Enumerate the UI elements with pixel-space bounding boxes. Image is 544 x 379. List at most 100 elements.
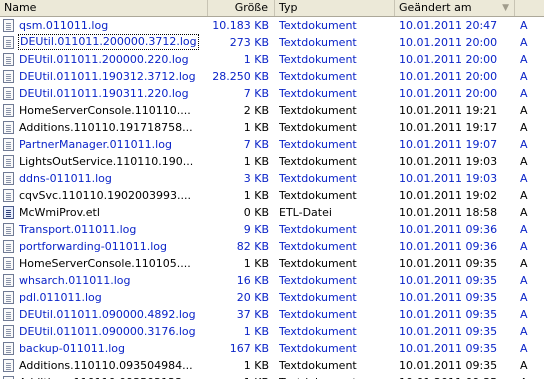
text-file-icon xyxy=(3,87,14,100)
file-name-cell: McWmiProv.etl xyxy=(0,204,208,221)
file-attributes: A xyxy=(520,359,528,372)
file-name-cell: DEUtil.011011.200000.3712.log xyxy=(0,34,208,51)
file-name-cell: DEUtil.011011.090000.3176.log xyxy=(0,323,208,340)
file-modified-date: 10.01.2011 19:21 xyxy=(399,104,498,117)
file-name-cell: DEUtil.011011.190311.220.log xyxy=(0,85,208,102)
file-modified-date: 10.01.2011 09:35 xyxy=(399,359,498,372)
text-file-icon xyxy=(3,104,14,117)
file-row[interactable]: McWmiProv.etl 0 KB ETL-Datei 10.01.2011 18:… xyxy=(0,204,544,221)
file-size: 1 KB xyxy=(243,155,269,168)
column-header-size[interactable]: Größe xyxy=(208,0,275,16)
text-file-icon xyxy=(3,189,14,202)
file-modified-date: 10.01.2011 20:47 xyxy=(399,19,498,32)
file-size: 1 KB xyxy=(243,121,269,134)
file-type: Textdokument xyxy=(279,342,357,355)
text-file-icon xyxy=(3,172,14,185)
file-modified-date: 10.01.2011 19:17 xyxy=(399,121,498,134)
column-header-name[interactable]: Name xyxy=(0,0,208,16)
file-attributes: A xyxy=(520,240,528,253)
file-size: 2 KB xyxy=(243,104,269,117)
file-row[interactable]: LightsOutService.110110.190... 1 KB Textdo… xyxy=(0,153,544,170)
file-row[interactable]: DEUtil.011011.190311.220.log 7 KB Textdoku… xyxy=(0,85,544,102)
file-row[interactable]: backup-011011.log 167 KB Textdokument 10.01… xyxy=(0,340,544,357)
file-type: Textdokument xyxy=(279,325,357,338)
file-modified-date: 10.01.2011 20:00 xyxy=(399,53,498,66)
file-name-cell: DEUtil.011011.200000.220.log xyxy=(0,51,208,68)
file-name: pdl.011011.log xyxy=(19,291,102,304)
file-row[interactable]: DEUtil.011011.090000.3176.log 1 KB Textdok… xyxy=(0,323,544,340)
file-row[interactable]: DEUtil.011011.200000.220.log 1 KB Textdoku… xyxy=(0,51,544,68)
file-row[interactable]: DEUtil.011011.090000.4892.log 37 KB Textdo… xyxy=(0,306,544,323)
column-header-date[interactable]: Geändert am ▼ xyxy=(395,0,515,16)
file-row[interactable]: whsarch.011011.log 16 KB Textdokument 10.01… xyxy=(0,272,544,289)
file-name-cell: HomeServerConsole.110110.... xyxy=(0,102,208,119)
file-size: 9 KB xyxy=(243,223,269,236)
text-file-icon xyxy=(3,342,14,355)
file-type: Textdokument xyxy=(279,240,357,253)
file-name-cell: whsarch.011011.log xyxy=(0,272,208,289)
file-size: 82 KB xyxy=(236,240,269,253)
file-modified-date: 10.01.2011 09:35 xyxy=(399,325,498,338)
file-name: whsarch.011011.log xyxy=(19,274,131,287)
file-size: 1 KB xyxy=(243,359,269,372)
file-type: Textdokument xyxy=(279,138,357,151)
file-name-cell: DEUtil.011011.090000.4892.log xyxy=(0,306,208,323)
file-type: Textdokument xyxy=(279,274,357,287)
file-name: DEUtil.011011.200000.220.log xyxy=(19,53,189,66)
file-row[interactable]: Additions.110110.093502123... 1 KB Textdok… xyxy=(0,374,544,379)
file-row[interactable]: HomeServerConsole.110105.... 1 KB Textdoku… xyxy=(0,255,544,272)
file-row[interactable]: DEUtil.011011.190312.3712.log 28.250 KB Te… xyxy=(0,68,544,85)
file-type: Textdokument xyxy=(279,359,357,372)
file-modified-date: 10.01.2011 19:03 xyxy=(399,155,498,168)
file-size: 1 KB xyxy=(243,53,269,66)
file-size: 273 KB xyxy=(229,36,269,49)
file-row[interactable]: ddns-011011.log 3 KB Textdokument 10.01.201… xyxy=(0,170,544,187)
file-row[interactable]: cqvSvc.110110.1902003993.... 1 KB Textdoku… xyxy=(0,187,544,204)
file-name: portforwarding-011011.log xyxy=(19,240,167,253)
file-name-cell: PartnerManager.011011.log xyxy=(0,136,208,153)
text-file-icon xyxy=(3,138,14,151)
file-row[interactable]: portforwarding-011011.log 82 KB Textdokume… xyxy=(0,238,544,255)
file-attributes: A xyxy=(520,138,528,151)
sort-descending-icon: ▼ xyxy=(502,3,509,13)
file-type: Textdokument xyxy=(279,257,357,270)
column-header-attributes[interactable] xyxy=(515,0,544,16)
file-name-cell: Additions.110110.093504984... xyxy=(0,357,208,374)
file-name-cell: Additions.110110.191718758... xyxy=(0,119,208,136)
file-attributes: A xyxy=(520,172,528,185)
file-name: DEUtil.011011.090000.3176.log xyxy=(19,325,196,338)
file-size: 20 KB xyxy=(236,291,269,304)
column-header-type[interactable]: Typ xyxy=(275,0,395,16)
file-modified-date: 10.01.2011 09:35 xyxy=(399,342,498,355)
file-size: 0 KB xyxy=(243,206,269,219)
file-name: Transport.011011.log xyxy=(19,223,137,236)
file-name-cell: Additions.110110.093502123... xyxy=(0,374,208,379)
file-size: 1 KB xyxy=(243,189,269,202)
file-modified-date: 10.01.2011 09:35 xyxy=(399,374,519,379)
file-row[interactable]: Additions.110110.191718758... 1 KB Textdok… xyxy=(0,119,544,136)
file-name-cell: Transport.011011.log xyxy=(0,221,208,238)
text-file-icon xyxy=(3,70,14,83)
file-name-cell: LightsOutService.110110.190... xyxy=(0,153,208,170)
file-type: Textdokument xyxy=(279,374,395,379)
file-name-cell: ddns-011011.log xyxy=(0,170,208,187)
file-row[interactable]: PartnerManager.011011.log 7 KB Textdokumen… xyxy=(0,136,544,153)
file-name: Additions.110110.191718758... xyxy=(19,121,193,134)
file-type: Textdokument xyxy=(279,19,357,32)
file-row[interactable]: HomeServerConsole.110110.... 2 KB Textdoku… xyxy=(0,102,544,119)
file-row[interactable]: qsm.011011.log 10.183 KB Textdokument 10.01… xyxy=(0,17,544,34)
file-attributes: A xyxy=(520,291,528,304)
file-row[interactable]: pdl.011011.log 20 KB Textdokument 10.01.201… xyxy=(0,289,544,306)
file-row[interactable]: Transport.011011.log 9 KB Textdokument 10.0… xyxy=(0,221,544,238)
file-name-cell: DEUtil.011011.190312.3712.log xyxy=(0,68,208,85)
file-name: HomeServerConsole.110105.... xyxy=(19,257,191,270)
file-name: LightsOutService.110110.190... xyxy=(19,155,194,168)
file-size: 28.250 KB xyxy=(212,70,269,83)
text-file-icon xyxy=(3,121,14,134)
file-row[interactable]: Additions.110110.093504984... 1 KB Textdok… xyxy=(0,357,544,374)
file-attributes: A xyxy=(520,155,528,168)
file-row[interactable]: DEUtil.011011.200000.3712.log 273 KB Textd… xyxy=(0,34,544,51)
file-name: ddns-011011.log xyxy=(19,172,112,185)
file-modified-date: 10.01.2011 19:03 xyxy=(399,172,498,185)
file-type: Textdokument xyxy=(279,223,357,236)
